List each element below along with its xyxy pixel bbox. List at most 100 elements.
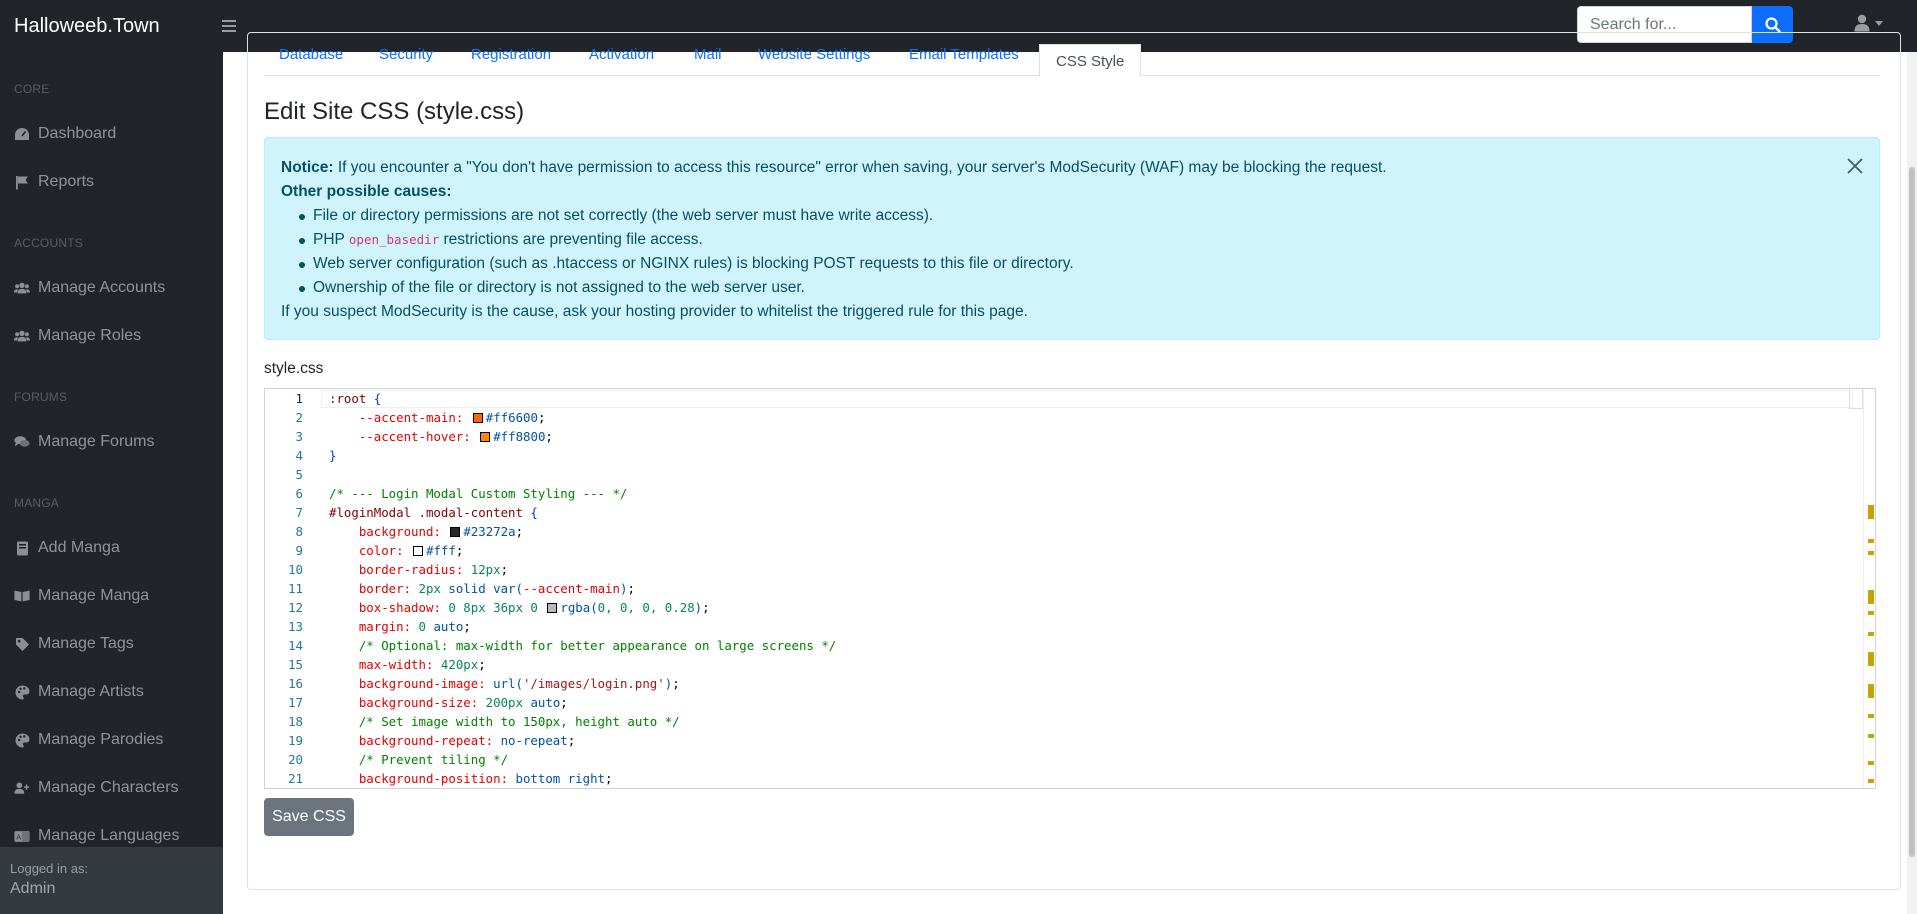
editor-scroll-thumb[interactable] <box>1849 389 1863 409</box>
color-swatch[interactable] <box>480 432 491 442</box>
code-line[interactable]: max-width: 420px; <box>329 657 486 672</box>
code-line[interactable]: } <box>329 448 336 463</box>
tab-mail[interactable]: Mail <box>694 46 722 63</box>
editor-file-label: style.css <box>264 360 324 377</box>
code-line[interactable]: color: #fff; <box>329 543 464 558</box>
editor-overview-ruler[interactable] <box>1863 389 1875 788</box>
sidebar-item-manage-parodies[interactable]: Manage Parodies <box>14 731 163 749</box>
sidebar-item-manage-characters[interactable]: Manage Characters <box>14 779 179 797</box>
code-token: 420px <box>440 657 479 672</box>
sidebar-heading-manga: MANGA <box>14 496 60 510</box>
code-line[interactable]: border: 2px solid var(--accent-main); <box>329 581 635 596</box>
code-token: ; <box>478 657 486 672</box>
code-token: background-size: <box>358 695 486 710</box>
code-token: auto <box>522 695 561 710</box>
line-number: 2 <box>295 410 303 425</box>
code-line[interactable]: background-repeat: no-repeat; <box>329 733 575 748</box>
ruler-marker <box>1868 714 1874 718</box>
code-line[interactable]: --accent-main: #ff6600; <box>329 410 546 425</box>
page-scrollbar-thumb[interactable] <box>1909 167 1915 857</box>
code-token: background: <box>358 524 449 539</box>
code-line[interactable]: margin: 0 auto; <box>329 619 471 634</box>
save-css-button[interactable]: Save CSS <box>264 798 354 836</box>
code-line[interactable]: --accent-hover: #ff8800; <box>329 429 553 444</box>
book-icon <box>14 540 30 556</box>
tab-database[interactable]: Database <box>279 46 343 63</box>
tab-security[interactable]: Security <box>379 46 433 63</box>
alert-causes-heading: Other possible causes: <box>281 180 1863 204</box>
color-swatch[interactable] <box>413 546 424 556</box>
sidebar-item-manage-forums[interactable]: Manage Forums <box>14 433 155 451</box>
line-number: 14 <box>288 638 303 653</box>
code-editor[interactable]: 1 2 3 4 5 6 7 8 9 10 11 12 13 14 15 16 17 18 19 20 21 :root … <box>264 388 1876 789</box>
line-number: 10 <box>288 562 303 577</box>
alert-close-button[interactable] <box>1845 156 1865 176</box>
sidebar-item-manage-manga[interactable]: Manage Manga <box>14 587 149 605</box>
cause-text: PHP <box>313 231 349 248</box>
sidebar-item-manage-roles[interactable]: Manage Roles <box>14 327 141 345</box>
line-number: 18 <box>288 714 303 729</box>
sidebar-item-add-manga[interactable]: Add Manga <box>14 539 120 557</box>
code-line[interactable]: /* --- Login Modal Custom Styling --- */ <box>329 486 627 501</box>
code-token: ; <box>537 410 546 425</box>
page-scrollbar[interactable] <box>1907 52 1917 914</box>
code-line[interactable]: background-size: 200px auto; <box>329 695 568 710</box>
color-swatch[interactable] <box>547 603 558 613</box>
code-line[interactable]: #loginModal .modal-content { <box>329 505 538 520</box>
code-line[interactable]: background-image: url('/images/login.png… <box>329 676 680 691</box>
code-token: bottom right <box>515 771 606 786</box>
code-line[interactable]: :root { <box>329 391 381 406</box>
sidebar-item-label: Manage Tags <box>38 635 134 652</box>
tag-icon <box>14 636 30 652</box>
ruler-marker <box>1868 684 1874 698</box>
sidebar-item-manage-languages[interactable]: A Manage Languages <box>14 827 179 845</box>
palette-icon <box>14 684 30 700</box>
brand-logo[interactable]: Halloweeb.Town <box>0 15 214 38</box>
code-token: #fff <box>426 543 456 558</box>
code-line[interactable]: background: #23272a; <box>329 524 523 539</box>
sidebar-item-reports[interactable]: Reports <box>14 173 94 191</box>
code-line[interactable]: /* Prevent tiling */ <box>329 752 508 767</box>
code-token: ; <box>702 600 710 615</box>
code-token: :root <box>329 391 374 406</box>
code-line[interactable]: /* Set image width to 150px, height auto… <box>329 714 680 729</box>
sidebar-item-manage-accounts[interactable]: Manage Accounts <box>14 279 165 297</box>
tab-registration[interactable]: Registration <box>471 46 551 63</box>
sidebar-item-label: Manage Accounts <box>38 279 166 296</box>
sidebar-item-dashboard[interactable]: Dashboard <box>14 125 116 143</box>
code-line[interactable]: box-shadow: 0 8px 36px 0 rgba(0, 0, 0, 0… <box>329 600 710 615</box>
user-dropdown[interactable] <box>1854 14 1883 32</box>
code-token: margin: <box>358 619 419 634</box>
tab-activation[interactable]: Activation <box>589 46 654 63</box>
code-line[interactable]: border-radius: 12px; <box>329 562 508 577</box>
settings-tabs: Database Security Registration Activatio… <box>264 44 1880 77</box>
color-swatch[interactable] <box>472 413 483 423</box>
code-line[interactable]: background-position: bottom right; <box>329 771 613 786</box>
sidebar-item-label: Manage Manga <box>38 587 150 604</box>
sidebar-toggle-button[interactable] <box>214 17 244 35</box>
code-token: /* Set image width to 150px, height auto… <box>358 714 680 729</box>
line-number: 9 <box>295 543 303 558</box>
code-token: ; <box>545 429 553 444</box>
sidebar-item-label: Manage Forums <box>38 433 155 450</box>
current-line-highlight <box>321 390 1853 408</box>
code-line[interactable]: /* Optional: max-width for better appear… <box>329 638 836 653</box>
sidebar-item-manage-tags[interactable]: Manage Tags <box>14 635 134 653</box>
tab-css-style[interactable]: CSS Style <box>1039 44 1142 77</box>
tab-email-templates[interactable]: Email Templates <box>909 46 1019 63</box>
sidebar-heading-accounts: ACCOUNTS <box>14 236 83 250</box>
notice-label: Notice: <box>281 159 334 176</box>
color-swatch[interactable] <box>450 527 461 537</box>
sidebar-item-label: Manage Languages <box>38 827 180 844</box>
code-token: box-shadow: <box>358 600 449 615</box>
tab-website-settings[interactable]: Website Settings <box>758 46 870 63</box>
sidebar: CORE Dashboard Reports ACCOUNTS Manage A… <box>0 52 223 914</box>
sidebar-item-manage-artists[interactable]: Manage Artists <box>14 683 144 701</box>
